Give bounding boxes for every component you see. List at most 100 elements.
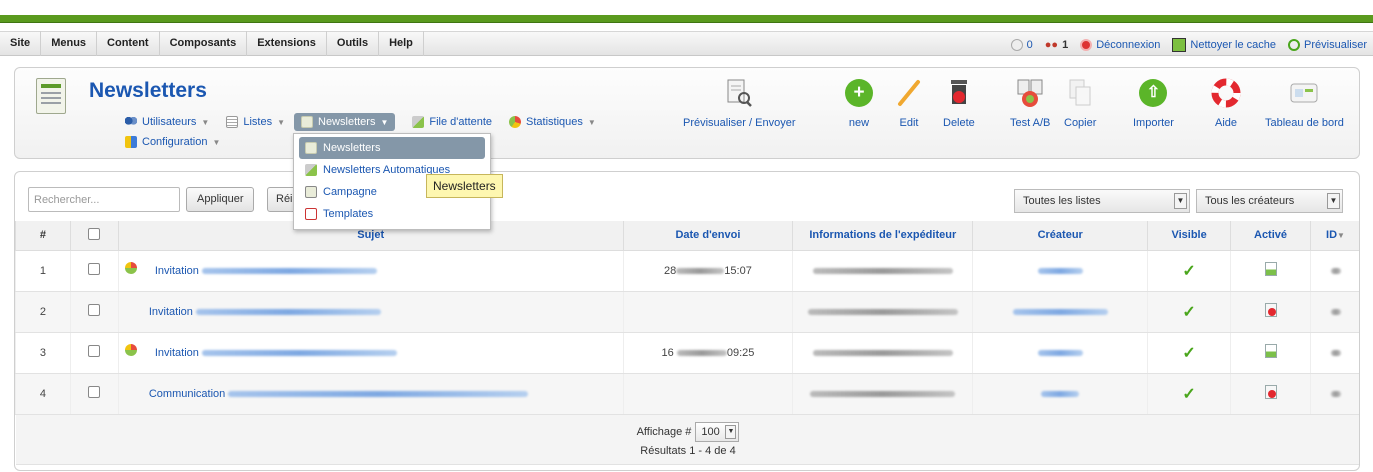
check-icon[interactable]: ✓ xyxy=(1182,386,1195,403)
row-id xyxy=(1309,250,1359,292)
menu-extensions[interactable]: Extensions xyxy=(247,31,327,56)
row-checkbox-cell xyxy=(69,332,119,374)
blurred-text xyxy=(676,349,727,356)
unpublished-icon[interactable] xyxy=(1264,385,1277,399)
row-visible: ✓ xyxy=(1147,250,1231,292)
row-creator xyxy=(972,373,1148,415)
search-input[interactable] xyxy=(28,187,180,212)
per-page-select[interactable]: 100 ▼ xyxy=(695,421,740,442)
row-send-date xyxy=(622,291,793,333)
newsletter-logo-icon xyxy=(36,78,66,114)
select-all-checkbox[interactable] xyxy=(88,227,101,240)
subnav-utilisateurs[interactable]: Utilisateurs ▼ xyxy=(125,116,209,128)
col-header-id[interactable]: ID▼ xyxy=(1309,221,1359,251)
eye-icon xyxy=(1010,38,1023,51)
dashboard-button[interactable]: Tableau de bord xyxy=(1265,78,1344,129)
newsletter-icon xyxy=(301,116,313,128)
status-area: 0 ●● 1 Déconnexion Nettoyer le cache Pré… xyxy=(1010,32,1367,57)
preview-send-button[interactable]: Prévisualiser / Envoyer xyxy=(683,78,796,129)
subnav-newsletters[interactable]: Newsletters ▼ xyxy=(294,113,396,131)
ab-test-icon xyxy=(1015,78,1045,108)
new-button[interactable]: + new xyxy=(844,78,874,129)
users-icon: ●● xyxy=(1044,38,1059,51)
delete-button[interactable]: Delete xyxy=(943,78,975,129)
col-header-visible[interactable]: Visible xyxy=(1147,221,1232,251)
row-checkbox[interactable] xyxy=(88,386,101,398)
clear-cache-link[interactable]: Nettoyer le cache xyxy=(1172,37,1276,52)
row-checkbox[interactable] xyxy=(88,345,101,357)
col-header-send-date[interactable]: Date d'envoi xyxy=(622,221,794,251)
row-send-date: 16 09:25 xyxy=(622,332,793,374)
newsletter-table: # Sujet Date d'envoi Informations de l'e… xyxy=(15,221,1359,465)
row-num: 4 xyxy=(15,373,71,415)
subnav-configuration[interactable]: Configuration ▼ xyxy=(125,136,220,148)
row-subject[interactable]: Invitation xyxy=(117,250,624,292)
template-icon xyxy=(305,208,317,220)
blurred-text xyxy=(1037,267,1083,274)
auto-newsletter-icon xyxy=(305,164,317,176)
row-num: 2 xyxy=(15,291,71,333)
unpublished-icon[interactable] xyxy=(1264,303,1277,317)
table-row: 4 Communication ✓ xyxy=(15,373,1359,415)
published-icon[interactable] xyxy=(1264,262,1277,276)
col-header-creator[interactable]: Créateur xyxy=(972,221,1149,251)
plus-icon: + xyxy=(844,78,874,108)
blurred-text xyxy=(1037,349,1083,356)
published-icon[interactable] xyxy=(1264,344,1277,358)
lifebuoy-icon xyxy=(1211,78,1241,108)
pencil-icon xyxy=(894,78,924,108)
menu-menus[interactable]: Menus xyxy=(41,31,98,56)
logout-link[interactable]: Déconnexion xyxy=(1080,38,1160,51)
row-subject[interactable]: Invitation xyxy=(117,291,624,333)
pagination: Affichage # 100 ▼ xyxy=(637,421,740,442)
row-checkbox[interactable] xyxy=(88,304,101,316)
row-checkbox-cell xyxy=(69,373,119,415)
row-visible: ✓ xyxy=(1147,291,1231,333)
edit-button[interactable]: Edit xyxy=(894,78,924,129)
subnav-statistiques[interactable]: Statistiques ▼ xyxy=(509,116,596,128)
config-icon xyxy=(125,136,137,148)
apply-button[interactable]: Appliquer xyxy=(186,187,255,212)
check-icon[interactable]: ✓ xyxy=(1182,304,1195,321)
preview-link[interactable]: Prévisualiser xyxy=(1288,38,1367,51)
import-button[interactable]: ⇧ Importer xyxy=(1133,78,1174,129)
blurred-text xyxy=(810,390,956,397)
menu-site[interactable]: Site xyxy=(0,31,42,56)
campaign-icon xyxy=(305,186,317,198)
broom-icon xyxy=(1172,37,1187,52)
row-checkbox[interactable] xyxy=(88,263,101,275)
blurred-text xyxy=(1330,308,1341,315)
sub-navigation: Utilisateurs ▼ Listes ▼ Newsletters ▼ Fi… xyxy=(125,113,613,131)
row-send-date xyxy=(622,373,793,415)
creators-filter-select[interactable]: Tous les créateurs ▼ xyxy=(1196,189,1343,213)
dropdown-item-newsletters[interactable]: Newsletters xyxy=(299,137,485,159)
col-header-active[interactable]: Activé xyxy=(1230,221,1311,251)
subnav-file-attente[interactable]: File d'attente xyxy=(412,116,492,128)
magnifier-icon xyxy=(1288,38,1301,51)
users-status: ●● 1 xyxy=(1044,38,1069,51)
col-header-sender-info[interactable]: Informations de l'expéditeur xyxy=(792,221,974,251)
row-subject[interactable]: Communication xyxy=(117,373,624,415)
dropdown-item-templates[interactable]: Templates xyxy=(299,203,485,225)
menu-outils[interactable]: Outils xyxy=(327,31,380,56)
row-visible: ✓ xyxy=(1147,373,1231,415)
subnav-listes[interactable]: Listes ▼ xyxy=(226,116,285,128)
col-header-select-all xyxy=(69,221,119,251)
row-creator xyxy=(972,332,1148,374)
lists-icon xyxy=(226,116,239,128)
test-ab-button[interactable]: Test A/B xyxy=(1010,78,1050,129)
row-checkbox-cell xyxy=(69,291,119,333)
pagination-row: Affichage # 100 ▼ Résultats 1 - 4 de 4 xyxy=(15,414,1359,465)
chevron-down-icon: ▼ xyxy=(201,117,210,127)
menu-composants[interactable]: Composants xyxy=(160,31,248,56)
row-subject[interactable]: Invitation xyxy=(117,332,624,374)
sort-desc-icon: ▼ xyxy=(1337,231,1345,241)
menu-content[interactable]: Content xyxy=(97,31,160,56)
check-icon[interactable]: ✓ xyxy=(1182,345,1195,362)
check-icon[interactable]: ✓ xyxy=(1182,263,1195,280)
menu-help[interactable]: Help xyxy=(379,31,424,56)
help-button[interactable]: Aide xyxy=(1211,78,1241,129)
component-toolbar: Newsletters Utilisateurs ▼ Listes ▼ News… xyxy=(14,67,1360,159)
copy-button[interactable]: Copier xyxy=(1064,78,1096,129)
lists-filter-select[interactable]: Toutes les listes ▼ xyxy=(1014,189,1190,213)
